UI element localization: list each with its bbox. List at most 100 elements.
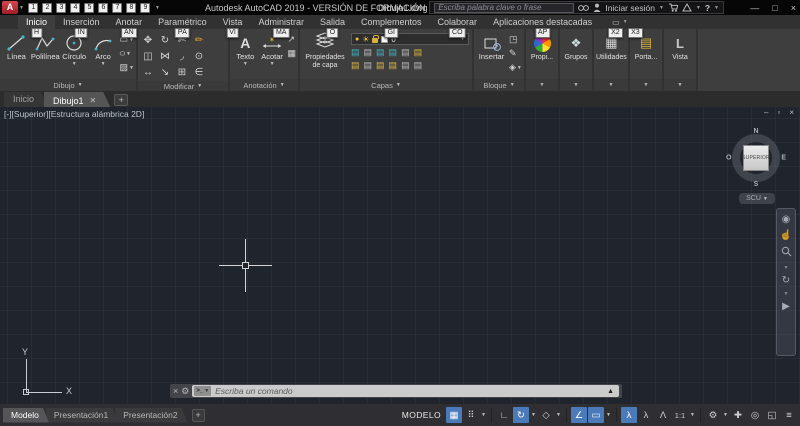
compass-south[interactable]: S: [754, 181, 759, 188]
create-block-tool[interactable]: ◳: [509, 33, 522, 46]
isometric-drafting-toggle[interactable]: ◇: [538, 407, 554, 423]
file-tab-dibujo1[interactable]: Dibujo1 ✕: [44, 92, 110, 107]
panel-title-grupos[interactable]: ▼: [560, 79, 592, 91]
isometric-dropdown-icon[interactable]: ▼: [555, 412, 562, 418]
showmotion-icon[interactable]: ▶: [782, 301, 790, 313]
layer-tool[interactable]: ▤: [351, 47, 360, 58]
logo-dropdown-icon[interactable]: ▼: [19, 5, 24, 11]
compass-west[interactable]: O: [726, 155, 731, 162]
command-line[interactable]: × ⚙ >_▼ ▲: [170, 384, 622, 398]
stretch-tool[interactable]: ↔: [140, 65, 156, 80]
undo-button[interactable]: ↶6: [97, 1, 110, 14]
ribbon-tab-inicio[interactable]: InicioH: [18, 15, 55, 29]
customize-plus-button[interactable]: ✚: [730, 407, 746, 423]
signin-dropdown-icon[interactable]: ▼: [659, 5, 664, 11]
block-attributes-tool[interactable]: ◈▼: [509, 61, 522, 74]
clean-screen-button[interactable]: ◱: [764, 407, 780, 423]
file-tab-inicio[interactable]: Inicio: [4, 92, 48, 107]
maximize-button[interactable]: □: [772, 3, 777, 13]
gear-dropdown-icon[interactable]: ▼: [722, 412, 729, 418]
annotation-scale-button[interactable]: 1:1: [672, 407, 688, 423]
status-menu-button[interactable]: ≡: [781, 407, 797, 423]
zoom-icon[interactable]: [781, 246, 792, 261]
share-dropdown-icon[interactable]: ▼: [696, 5, 701, 11]
help-search-input[interactable]: [434, 3, 574, 13]
layer-tool[interactable]: ▤: [389, 47, 398, 58]
panel-title-vista[interactable]: ▼: [664, 79, 696, 91]
snap-toggle[interactable]: ⠿: [463, 407, 479, 423]
panel-title-utilidades[interactable]: ▼: [594, 79, 628, 91]
cart-icon[interactable]: [668, 3, 678, 12]
close-tab-icon[interactable]: ✕: [90, 96, 97, 105]
compass-east[interactable]: E: [781, 155, 786, 162]
ribbon-tab-colaborar[interactable]: ColaborarCO: [430, 15, 486, 29]
ellipse-tool[interactable]: ○▼: [120, 47, 134, 60]
array-tool[interactable]: ⊞: [174, 65, 190, 80]
save-button[interactable]: ▥3: [55, 1, 68, 14]
share-icon[interactable]: [682, 3, 692, 12]
layout-tab-presentacion1[interactable]: Presentación1: [46, 408, 118, 423]
ribbon-tab-aplicaciones[interactable]: Aplicaciones destacadasAP: [485, 15, 600, 29]
osnap-toggle[interactable]: ▭: [588, 407, 604, 423]
ribbon-tab-vista[interactable]: VistaVI: [215, 15, 251, 29]
ribbon-tab-insercion[interactable]: InserciónIN: [55, 15, 108, 29]
ortho-toggle[interactable]: ∟: [496, 407, 512, 423]
move-tool[interactable]: ✥: [140, 33, 156, 48]
layer-tool[interactable]: ▤: [376, 60, 385, 71]
qat-customize-dropdown-icon[interactable]: ▼: [155, 5, 160, 11]
ribbon-tab-anotar[interactable]: AnotarAN: [108, 15, 151, 29]
compass-north[interactable]: N: [753, 128, 758, 135]
layer-tool[interactable]: ▤: [364, 60, 373, 71]
polar-dropdown-icon[interactable]: ▼: [530, 412, 537, 418]
panel-title-portapapeles[interactable]: ▼: [630, 79, 662, 91]
zoom-flyout-icon[interactable]: ▼: [784, 265, 789, 271]
annotation-scale-dropdown-icon[interactable]: ▼: [689, 412, 696, 418]
panel-title-capas[interactable]: Capas▼: [300, 79, 472, 91]
ribbon-display-toggle[interactable]: ▭ ▼ X2 X3: [608, 15, 632, 29]
erase-tool[interactable]: ✏: [191, 33, 207, 48]
panel-title-dibujo[interactable]: Dibujo▼: [0, 79, 136, 91]
autoscale-toggle[interactable]: λ: [638, 407, 654, 423]
isolate-objects-button[interactable]: ◎: [747, 407, 763, 423]
navigation-wheel-icon[interactable]: ◉: [782, 214, 791, 226]
grid-toggle[interactable]: ▦: [446, 407, 462, 423]
layout-tab-presentacion2[interactable]: Presentación2: [115, 408, 187, 423]
command-input-bar[interactable]: >_▼ ▲: [192, 385, 619, 397]
snap-dropdown-icon[interactable]: ▼: [480, 412, 487, 418]
arc-tool[interactable]: Arco ▼: [89, 30, 118, 78]
layer-tool[interactable]: ▤: [401, 47, 410, 58]
fillet-tool[interactable]: ◞: [174, 49, 190, 64]
layer-tool[interactable]: ▤: [401, 60, 410, 71]
layer-tool[interactable]: ▤: [376, 47, 385, 58]
plot-button[interactable]: ▤5: [83, 1, 96, 14]
help-dropdown-icon[interactable]: ▼: [714, 5, 719, 11]
autocad-logo-icon[interactable]: A: [2, 1, 18, 14]
text-dropdown-icon[interactable]: ▼: [243, 61, 248, 67]
insert-block-tool[interactable]: Insertar: [476, 30, 507, 78]
model-space-button[interactable]: MODELO: [398, 407, 445, 423]
panel-title-modificar[interactable]: Modificar▼: [138, 81, 228, 91]
line-tool[interactable]: Línea: [2, 30, 31, 78]
command-history-icon[interactable]: ▲: [607, 388, 614, 395]
groups-panel-button[interactable]: ❖ Grupos: [562, 30, 590, 78]
ribbon-tab-administrar[interactable]: AdministrarMA: [250, 15, 312, 29]
doc-close-button[interactable]: ×: [789, 108, 794, 117]
osnap-dropdown-icon[interactable]: ▼: [605, 412, 612, 418]
layer-tool[interactable]: ▤: [351, 60, 360, 71]
layer-tool[interactable]: ▤: [389, 60, 398, 71]
scale-tool[interactable]: ↘: [157, 65, 173, 80]
ribbon-toggle-dropdown-icon[interactable]: ▼: [623, 19, 628, 25]
viewcube-top-face[interactable]: SUPERIOR: [743, 145, 769, 171]
viewport-controls[interactable]: [-][Superior][Estructura alámbrica 2D]: [4, 109, 144, 119]
layer-tool[interactable]: ▤: [414, 47, 423, 58]
ribbon-tab-salida[interactable]: SalidaO: [312, 15, 353, 29]
redo-button[interactable]: ▦8: [125, 1, 138, 14]
doc-restore-button[interactable]: ▫: [777, 108, 780, 117]
panel-title-anotacion[interactable]: Anotación▼: [230, 79, 298, 91]
minimize-button[interactable]: —: [750, 3, 759, 13]
ribbon-tab-parametrico[interactable]: ParamétricoPA: [150, 15, 215, 29]
explode-tool[interactable]: ∈: [191, 65, 207, 80]
circle-dropdown-icon[interactable]: ▼: [72, 61, 77, 67]
polar-tracking-toggle[interactable]: ↻: [513, 407, 529, 423]
save-as-button[interactable]: ▥4: [69, 1, 82, 14]
